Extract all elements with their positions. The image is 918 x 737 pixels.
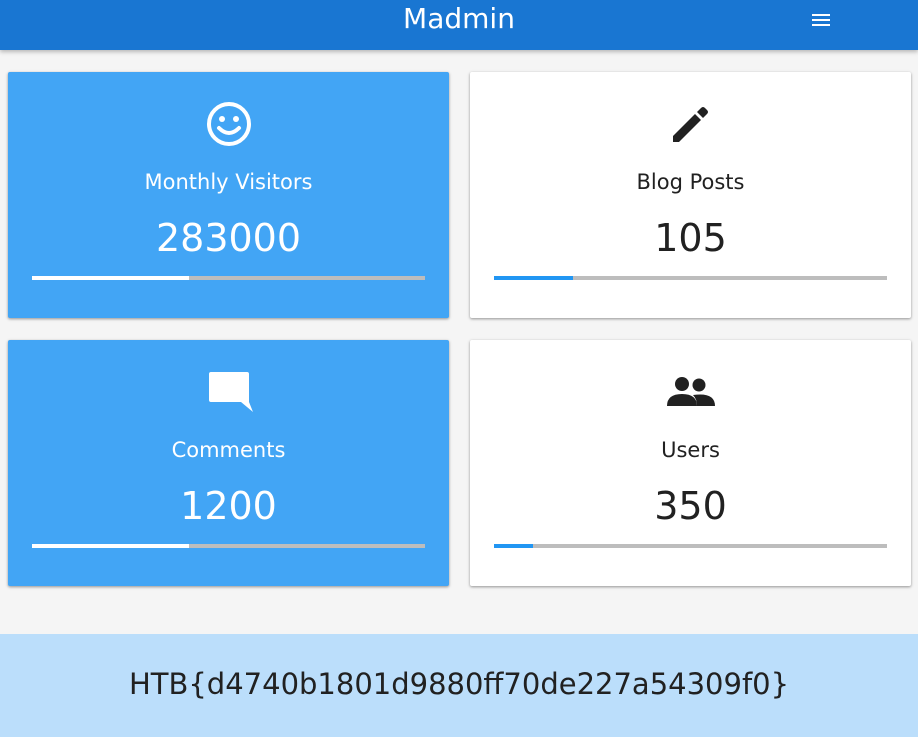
stat-value: 1200 [180,484,277,528]
stat-card-blog-posts: Blog Posts 105 [470,72,911,318]
stat-label: Users [661,438,720,462]
menu-icon[interactable] [810,10,834,30]
progress-bar [32,276,425,280]
stat-label: Monthly Visitors [144,170,313,194]
stat-value: 350 [654,484,727,528]
stat-card-users: Users 350 [470,340,911,586]
app-bar: Madmin [0,0,918,50]
stat-value: 283000 [155,216,302,260]
progress-fill [32,276,190,280]
progress-fill [494,276,573,280]
progress-bar [494,544,887,548]
flag-banner: HTB{d4740b1801d9880ff70de227a54309f0} [0,634,918,737]
stat-value: 105 [654,216,727,260]
stat-label: Comments [171,438,286,462]
app-title: Madmin [403,2,515,35]
stat-label: Blog Posts [636,170,745,194]
people-icon [470,366,911,418]
progress-bar [32,544,425,548]
stat-card-comments: Comments 1200 [8,340,449,586]
progress-bar [494,276,887,280]
progress-fill [494,544,534,548]
pencil-icon [470,98,911,150]
smiley-face-icon [8,98,449,150]
stat-card-monthly-visitors: Monthly Visitors 283000 [8,72,449,318]
progress-fill [32,544,190,548]
comment-bubble-icon [8,366,449,418]
